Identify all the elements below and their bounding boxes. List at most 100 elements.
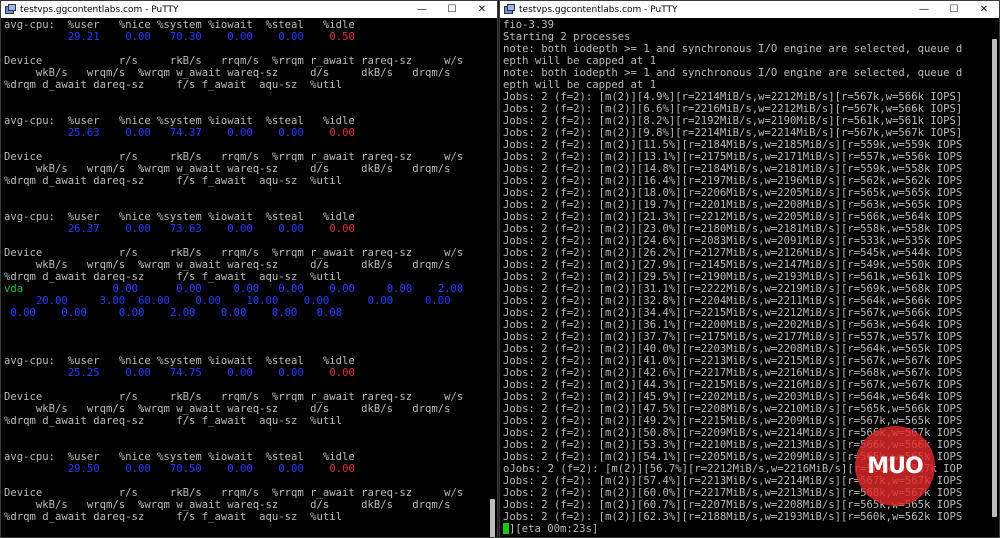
terminal-text: 3.00 [99, 295, 126, 307]
terminal-line: Jobs: 2 (f=2): [m(2)][18.0%][r=2206MiB/s… [503, 187, 989, 199]
terminal-text: Jobs: 2 (f=2): [m(2)][45.9%][r=2202MiB/s… [503, 391, 963, 403]
left-scrollbar-thumb[interactable] [490, 499, 495, 537]
terminal-text: 0.00 [278, 283, 304, 295]
terminal-line: note: both iodepth >= 1 and synchronous … [503, 67, 989, 79]
close-icon[interactable]: ✕ [969, 1, 999, 18]
terminal-line: epth will be capped at 1 [503, 79, 989, 91]
terminal-line: Jobs: 2 (f=2): [m(2)][34.4%][r=2215MiB/s… [503, 307, 989, 319]
terminal-text: 0.00 [227, 223, 253, 235]
terminal-text: 0.50 [329, 31, 355, 43]
terminal-text: Device r/s rkB/s rrqm/s %rrqm r_await ra… [4, 487, 464, 499]
terminal-line: Device r/s rkB/s rrqm/s %rrqm r_await ra… [4, 55, 487, 67]
terminal-line: 25.63 0.00 74.37 0.00 0.00 0.00 [4, 127, 487, 139]
terminal-text: Jobs: 2 (f=2): [m(2)][24.6%][r=2083MiB/s… [503, 235, 963, 247]
left-scrollbar[interactable] [488, 19, 497, 537]
terminal-text: Jobs: 2 (f=2): [m(2)][29.5%][r=2190MiB/s… [503, 271, 963, 283]
terminal-line: Jobs: 2 (f=2): [m(2)][27.9%][r=2145MiB/s… [503, 259, 989, 271]
terminal-text: avg-cpu: %user %nice %system %iowait %st… [4, 211, 355, 223]
terminal-line: Jobs: 2 (f=2): [m(2)][21.3%][r=2212MiB/s… [503, 211, 989, 223]
right-window-title: testvps.ggcontentlabs.com - PuTTY [519, 4, 678, 15]
terminal-text: 0.00 [329, 463, 355, 475]
terminal-line: Jobs: 2 (f=2): [m(2)][4.9%][r=2214MiB/s,… [503, 91, 989, 103]
maximize-icon[interactable]: ☐ [939, 1, 969, 18]
terminal-line: epth will be capped at 1 [503, 55, 989, 67]
terminal-text: 0.00 [125, 223, 151, 235]
terminal-text: 0.00 [278, 463, 304, 475]
terminal-text: 0.00 [125, 463, 151, 475]
terminal-line: 25.25 0.00 74.75 0.00 0.00 0.00 [4, 367, 487, 379]
minimize-icon[interactable]: — [407, 1, 437, 18]
terminal-text: Jobs: 2 (f=2): [m(2)][26.2%][r=2127MiB/s… [503, 247, 963, 259]
terminal-line: %drqm d_await dareq-sz f/s f_await aqu-s… [4, 271, 487, 283]
terminal-text: Jobs: 2 (f=2): [m(2)][47.5%][r=2208MiB/s… [503, 403, 963, 415]
terminal-text: 10.00 [246, 295, 279, 307]
terminal-line: Jobs: 2 (f=2): [m(2)][41.0%][r=2213MiB/s… [503, 355, 989, 367]
terminal-line: Jobs: 2 (f=2): [m(2)][14.8%][r=2184MiB/s… [503, 163, 989, 175]
terminal-text: 0.00 [118, 307, 145, 319]
terminal-text: 0.00 [278, 223, 304, 235]
terminal-text: 0.00 [329, 283, 355, 295]
terminal-line: 26.37 0.00 73.63 0.00 0.00 0.00 [4, 223, 487, 235]
terminal-text: Jobs: 2 (f=2): [m(2)][4.9%][r=2214MiB/s,… [503, 91, 963, 103]
terminal-line: Jobs: 2 (f=2): [m(2)][11.5%][r=2184MiB/s… [503, 139, 989, 151]
terminal-line: 20.00 3.00 60.00 0.00 10.00 0.00 0.00 0.… [4, 295, 487, 307]
terminal-line: Jobs: 2 (f=2): [m(2)][16.4%][r=2197MiB/s… [503, 175, 989, 187]
terminal-text: 70.30 [169, 31, 202, 43]
terminal-line: Jobs: 2 (f=2): [m(2)][36.1%][r=2200MiB/s… [503, 319, 989, 331]
terminal-text: Device r/s rkB/s rrqm/s %rrqm r_await ra… [4, 55, 464, 67]
terminal-text: 0.00 [227, 463, 253, 475]
putty-icon [5, 4, 16, 15]
terminal-line: Device r/s rkB/s rrqm/s %rrqm r_await ra… [4, 391, 487, 403]
terminal-line: Device r/s rkB/s rrqm/s %rrqm r_await ra… [4, 247, 487, 259]
terminal-text: Jobs: 2 (f=2): [m(2)][8.2%][r=2192MiB/s,… [503, 115, 963, 127]
left-titlebar[interactable]: testvps.ggcontentlabs.com - PuTTY — ☐ ✕ [1, 1, 497, 18]
right-scrollbar-thumb[interactable] [992, 39, 997, 517]
right-titlebar[interactable]: testvps.ggcontentlabs.com - PuTTY — ☐ ✕ [500, 1, 999, 18]
terminal-line: Jobs: 2 (f=2): [m(2)][49.2%][r=2215MiB/s… [503, 415, 989, 427]
terminal-line: avg-cpu: %user %nice %system %iowait %st… [4, 211, 487, 223]
left-terminal-output[interactable]: avg-cpu: %user %nice %system %iowait %st… [4, 19, 487, 537]
terminal-line: wkB/s wrqm/s %wrqm w_await wareq-sz d/s … [4, 403, 487, 415]
terminal-text: wkB/s wrqm/s %wrqm w_await wareq-sz d/s … [4, 259, 451, 271]
terminal-text: 0.00 [386, 283, 413, 295]
terminal-text: wkB/s wrqm/s %wrqm w_await wareq-sz d/s … [4, 499, 451, 511]
terminal-line: wkB/s wrqm/s %wrqm w_await wareq-sz d/s … [4, 499, 487, 511]
terminal-line: avg-cpu: %user %nice %system %iowait %st… [4, 355, 487, 367]
terminal-line: Jobs: 2 (f=2): [m(2)][29.5%][r=2190MiB/s… [503, 271, 989, 283]
terminal-line: 29.21 0.00 70.30 0.00 0.00 0.50 [4, 31, 487, 43]
minimize-icon[interactable]: — [909, 1, 939, 18]
terminal-line: avg-cpu: %user %nice %system %iowait %st… [4, 115, 487, 127]
terminal-text: 0.00 [278, 127, 304, 139]
close-icon[interactable]: ✕ [467, 1, 497, 18]
terminal-line: Starting 2 processes [503, 31, 989, 43]
maximize-icon[interactable]: ☐ [437, 1, 467, 18]
terminal-text: 0.00 [329, 367, 355, 379]
terminal-text: 70.50 [169, 463, 202, 475]
right-scrollbar[interactable] [990, 19, 999, 537]
terminal-text: Jobs: 2 (f=2): [m(2)][40.0%][r=2203MiB/s… [503, 343, 963, 355]
left-putty-window[interactable]: testvps.ggcontentlabs.com - PuTTY — ☐ ✕ … [0, 0, 498, 538]
